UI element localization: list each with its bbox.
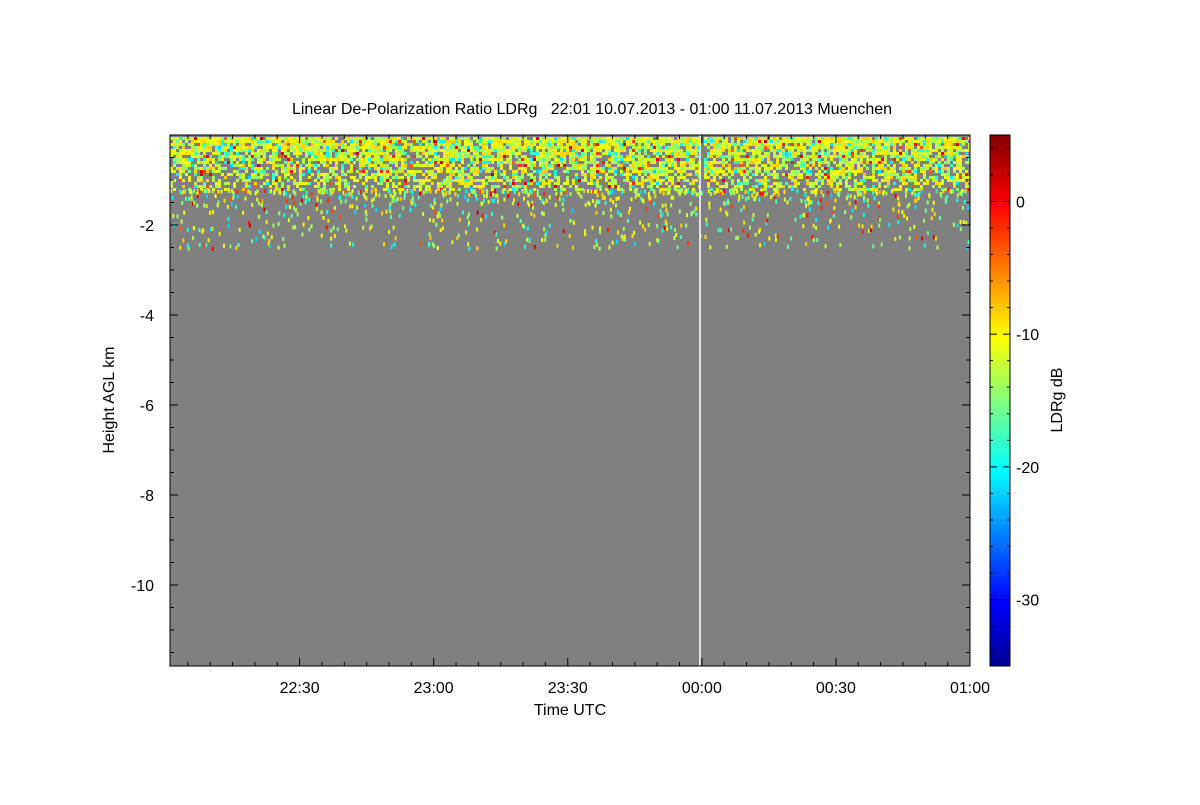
- y-tick-label: -4: [140, 308, 154, 325]
- y-axis-label: Height AGL km: [101, 346, 118, 453]
- colorbar: 0 -10 -20 -30 LDRg dB: [989, 134, 1066, 667]
- colorbar-tick-label: -30: [1016, 593, 1039, 610]
- y-tick-label: -10: [131, 578, 154, 595]
- x-axis-label: Time UTC: [534, 702, 606, 719]
- x-tick-label: 23:00: [414, 680, 454, 697]
- colorbar-tick-label: -10: [1016, 327, 1039, 344]
- y-tick-label: -8: [140, 488, 154, 505]
- colorbar-tick-label: 0: [1016, 194, 1025, 211]
- plot-area: [170, 135, 970, 666]
- y-tick-label: -6: [140, 398, 154, 415]
- y-tick-label: -2: [140, 218, 154, 235]
- colorbar-label: LDRg dB: [1049, 368, 1066, 433]
- ldr-chart: Linear De-Polarization Ratio LDRg 22:01 …: [0, 0, 1200, 800]
- chart-title: Linear De-Polarization Ratio LDRg 22:01 …: [292, 101, 892, 118]
- colorbar-tick-label: -20: [1016, 460, 1039, 477]
- plot-background: [170, 135, 970, 666]
- x-tick-label: 00:00: [682, 680, 722, 697]
- x-tick-label: 22:30: [280, 680, 320, 697]
- x-tick-label: 23:30: [548, 680, 588, 697]
- colorbar-gradient: [989, 134, 1011, 667]
- x-tick-label: 00:30: [816, 680, 856, 697]
- x-tick-label: 01:00: [950, 680, 990, 697]
- chart-svg: Linear De-Polarization Ratio LDRg 22:01 …: [101, 101, 1066, 719]
